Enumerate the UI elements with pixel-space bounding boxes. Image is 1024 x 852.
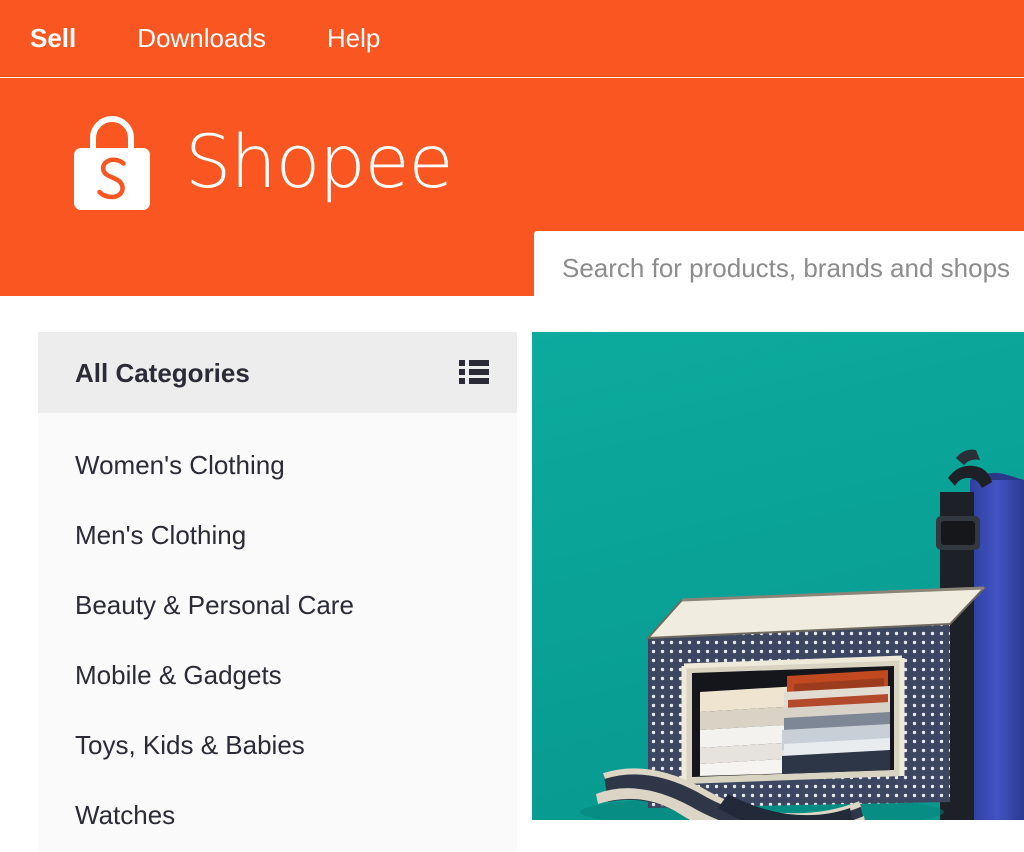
shopee-wordmark: Shopee bbox=[185, 120, 453, 205]
topnav-item-help[interactable]: Help bbox=[327, 23, 380, 53]
sidebar-item-beauty-personal-care[interactable]: Beauty & Personal Care bbox=[38, 570, 517, 640]
shopee-logo[interactable]: Shopee bbox=[57, 108, 453, 218]
category-list: Women's Clothing Men's Clothing Beauty &… bbox=[38, 413, 517, 850]
list-icon[interactable] bbox=[459, 359, 489, 385]
page-body: All Categories Women's Clothing Men's Cl… bbox=[0, 296, 1024, 852]
page-title: All Categories bbox=[75, 357, 250, 388]
topnav-item-sell[interactable]: Sell bbox=[30, 23, 76, 53]
sidebar-item-watches[interactable]: Watches bbox=[38, 780, 517, 850]
sidebar-header: All Categories bbox=[38, 332, 517, 413]
search-bar[interactable] bbox=[534, 231, 1024, 296]
site-header: Shopee Popular Searches beauty&personal … bbox=[0, 78, 1024, 296]
shopping-bag-icon bbox=[74, 116, 150, 210]
top-nav-links: Sell Downloads Help bbox=[30, 0, 380, 76]
all-categories-sidebar: All Categories Women's Clothing Men's Cl… bbox=[38, 332, 517, 852]
storage-box-product-image bbox=[532, 332, 1024, 820]
search-input[interactable] bbox=[562, 253, 1024, 284]
topnav-item-downloads[interactable]: Downloads bbox=[137, 23, 266, 53]
sidebar-item-toys-kids-babies[interactable]: Toys, Kids & Babies bbox=[38, 710, 517, 780]
sidebar-item-mens-clothing[interactable]: Men's Clothing bbox=[38, 500, 517, 570]
sidebar-item-womens-clothing[interactable]: Women's Clothing bbox=[38, 430, 517, 500]
sidebar-item-mobile-gadgets[interactable]: Mobile & Gadgets bbox=[38, 640, 517, 710]
top-navigation-bar: Sell Downloads Help bbox=[0, 0, 1024, 77]
promo-banner[interactable] bbox=[532, 332, 1024, 820]
